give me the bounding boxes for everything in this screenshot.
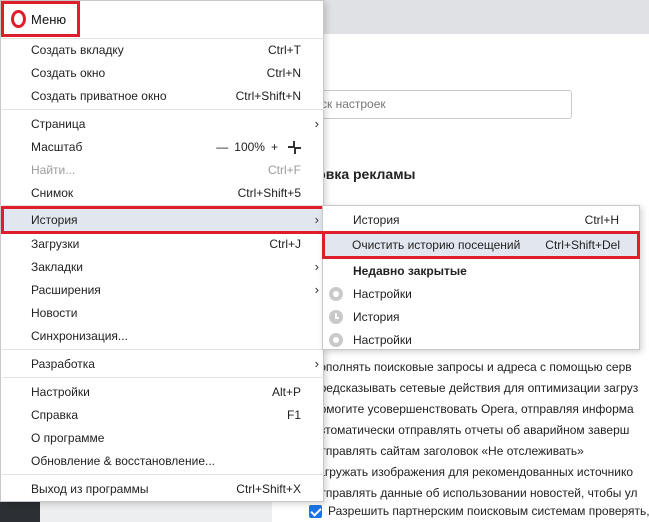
chevron-right-icon: › bbox=[314, 116, 319, 131]
shortcut-label: Ctrl+J bbox=[269, 237, 301, 251]
option-label: Загружать изображения для рекомендованны… bbox=[311, 465, 634, 479]
menu-item-about[interactable]: О программе bbox=[2, 427, 324, 449]
menu-item-help[interactable]: Справка F1 bbox=[2, 404, 324, 426]
option-label: Разрешить партнерским поисковым системам… bbox=[328, 504, 649, 518]
separator bbox=[2, 109, 324, 110]
menu-item-snapshot[interactable]: Снимок Ctrl+Shift+5 bbox=[2, 182, 324, 204]
menu-item-label: Настройки bbox=[353, 287, 412, 301]
shortcut-label: Ctrl+N bbox=[266, 66, 301, 80]
shortcut-label: Ctrl+Shift+5 bbox=[237, 186, 301, 200]
chevron-right-icon: › bbox=[314, 356, 319, 371]
option-row[interactable]: Автоматически отправлять отчеты об авари… bbox=[311, 419, 629, 441]
option-label: Дополнять поисковые запросы и адреса с п… bbox=[311, 360, 632, 374]
menu-item-zoom: Масштаб — 100% + bbox=[2, 136, 324, 158]
menu-item-label: Создать приватное окно bbox=[31, 89, 167, 103]
chevron-right-icon: › bbox=[314, 259, 319, 274]
menu-item-update[interactable]: Обновление & восстановление... bbox=[2, 450, 324, 472]
option-label: Автоматически отправлять отчеты об авари… bbox=[311, 423, 630, 437]
checkbox-checked[interactable] bbox=[309, 504, 322, 518]
option-label: Помогите усовершенствовать Opera, отправ… bbox=[311, 402, 634, 416]
menu-item-label: Обновление & восстановление... bbox=[31, 454, 215, 468]
shortcut-label: Ctrl+F bbox=[268, 163, 301, 177]
menu-item-label: Создать вкладку bbox=[31, 43, 124, 57]
menu-title: Меню bbox=[31, 11, 67, 27]
option-row[interactable]: Дополнять поисковые запросы и адреса с п… bbox=[311, 356, 632, 378]
option-row[interactable]: Помогите усовершенствовать Opera, отправ… bbox=[311, 398, 634, 420]
recent-item[interactable]: Настройки bbox=[323, 329, 639, 351]
shortcut-label: Ctrl+T bbox=[268, 43, 301, 57]
option-label: Отправлять сайтам заголовок «Не отслежив… bbox=[311, 444, 584, 458]
separator bbox=[2, 349, 324, 350]
shortcut-label: F1 bbox=[286, 408, 301, 422]
recent-item[interactable]: Настройки bbox=[323, 283, 639, 305]
menu-item-new-private-window[interactable]: Создать приватное окно Ctrl+Shift+N bbox=[2, 85, 324, 107]
menu-item-label: Загрузки bbox=[31, 237, 80, 251]
chevron-right-icon: › bbox=[314, 282, 319, 297]
option-row[interactable]: Разрешить партнерским поисковым системам… bbox=[309, 500, 649, 522]
menu-item-exit[interactable]: Выход из программы Ctrl+Shift+X bbox=[2, 478, 324, 500]
shortcut-label: Ctrl+H bbox=[584, 213, 619, 227]
menu-item-label: Очистить историю посещений bbox=[352, 238, 521, 252]
menu-item-label: Справка bbox=[31, 408, 79, 422]
menu-item-label: О программе bbox=[31, 431, 105, 445]
opera-logo-icon bbox=[11, 10, 26, 28]
settings-search-input[interactable]: ск настроек bbox=[290, 90, 572, 119]
menu-item-label: Настройки bbox=[353, 333, 412, 347]
history-submenu: История Ctrl+H Очистить историю посещений… bbox=[322, 205, 640, 350]
submenu-item-clear-history[interactable]: Очистить историю посещений Ctrl+Shift+Del bbox=[322, 231, 640, 259]
section-label: Недавно закрытые bbox=[353, 264, 467, 278]
menu-item-history[interactable]: История › bbox=[1, 206, 325, 234]
menu-item-label: Закладки bbox=[31, 260, 83, 274]
menu-item-label: Новости bbox=[31, 306, 78, 320]
menu-item-new-window[interactable]: Создать окно Ctrl+N bbox=[2, 62, 324, 84]
submenu-item-history[interactable]: История Ctrl+H bbox=[323, 209, 639, 231]
clock-icon bbox=[329, 310, 343, 324]
menu-item-label: Создать окно bbox=[31, 66, 106, 80]
gear-icon bbox=[329, 333, 343, 347]
menu-item-label: Выход из программы bbox=[31, 482, 149, 496]
menu-item-bookmarks[interactable]: Закладки › bbox=[2, 256, 324, 278]
menu-item-extensions[interactable]: Расширения › bbox=[2, 279, 324, 301]
menu-item-label: Настройки bbox=[31, 385, 90, 399]
menu-item-find[interactable]: Найти... Ctrl+F bbox=[2, 159, 324, 181]
shortcut-label: Ctrl+Shift+X bbox=[236, 482, 301, 496]
menu-item-label: Разработка bbox=[31, 357, 95, 371]
menu-item-label: История bbox=[31, 213, 78, 227]
menu-item-news[interactable]: Новости bbox=[2, 302, 324, 324]
zoom-out-button[interactable]: — bbox=[216, 136, 228, 158]
menu-item-developer[interactable]: Разработка › bbox=[2, 353, 324, 375]
menu-item-label: Снимок bbox=[31, 186, 74, 200]
recent-item[interactable]: История bbox=[323, 306, 639, 328]
separator bbox=[2, 474, 324, 475]
menu-item-label: Расширения bbox=[31, 283, 101, 297]
separator bbox=[2, 377, 324, 378]
shortcut-label: Ctrl+Shift+N bbox=[235, 89, 301, 103]
zoom-level: 100% bbox=[234, 140, 265, 154]
menu-button[interactable]: Меню bbox=[1, 1, 80, 37]
menu-item-label: История bbox=[353, 213, 400, 227]
recently-closed-heading: Недавно закрытые bbox=[323, 260, 639, 282]
menu-item-page[interactable]: Страница › bbox=[2, 113, 324, 135]
option-label: Предсказывать сетевые действия для оптим… bbox=[311, 381, 639, 395]
menu-item-label: Страница bbox=[31, 117, 86, 131]
opera-main-menu: Меню Создать вкладку Ctrl+T Создать окно C… bbox=[0, 0, 325, 502]
menu-item-label: Масштаб bbox=[31, 140, 83, 154]
menu-item-label: Найти... bbox=[31, 163, 76, 177]
zoom-controls: — 100% + bbox=[216, 136, 301, 158]
shortcut-label: Ctrl+Shift+Del bbox=[545, 238, 620, 252]
menu-item-settings[interactable]: Настройки Alt+P bbox=[2, 381, 324, 403]
menu-item-downloads[interactable]: Загрузки Ctrl+J bbox=[2, 233, 324, 255]
menu-item-sync[interactable]: Синхронизация... bbox=[2, 325, 324, 347]
option-row[interactable]: Загружать изображения для рекомендованны… bbox=[311, 461, 633, 483]
shortcut-label: Alt+P bbox=[271, 385, 301, 399]
fullscreen-icon[interactable] bbox=[288, 140, 301, 154]
menu-item-label: Синхронизация... bbox=[31, 329, 128, 343]
zoom-in-button[interactable]: + bbox=[271, 136, 278, 158]
menu-item-label: История bbox=[353, 310, 400, 324]
chevron-right-icon: › bbox=[314, 212, 319, 227]
option-row[interactable]: Отправлять сайтам заголовок «Не отслежив… bbox=[311, 440, 584, 462]
menu-item-new-tab[interactable]: Создать вкладку Ctrl+T bbox=[2, 39, 324, 61]
option-row[interactable]: Предсказывать сетевые действия для оптим… bbox=[311, 377, 638, 399]
gear-icon bbox=[329, 287, 343, 301]
